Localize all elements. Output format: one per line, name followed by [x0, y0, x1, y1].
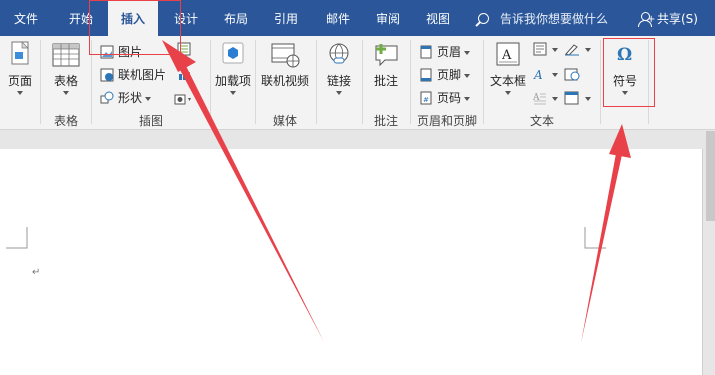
annotation-arrows: [162, 40, 631, 343]
arrow-to-symbol: [581, 148, 623, 343]
arrowhead-insert: [162, 40, 196, 72]
arrowhead-symbol: [609, 124, 631, 158]
arrow-to-insert-tab: [178, 62, 324, 342]
